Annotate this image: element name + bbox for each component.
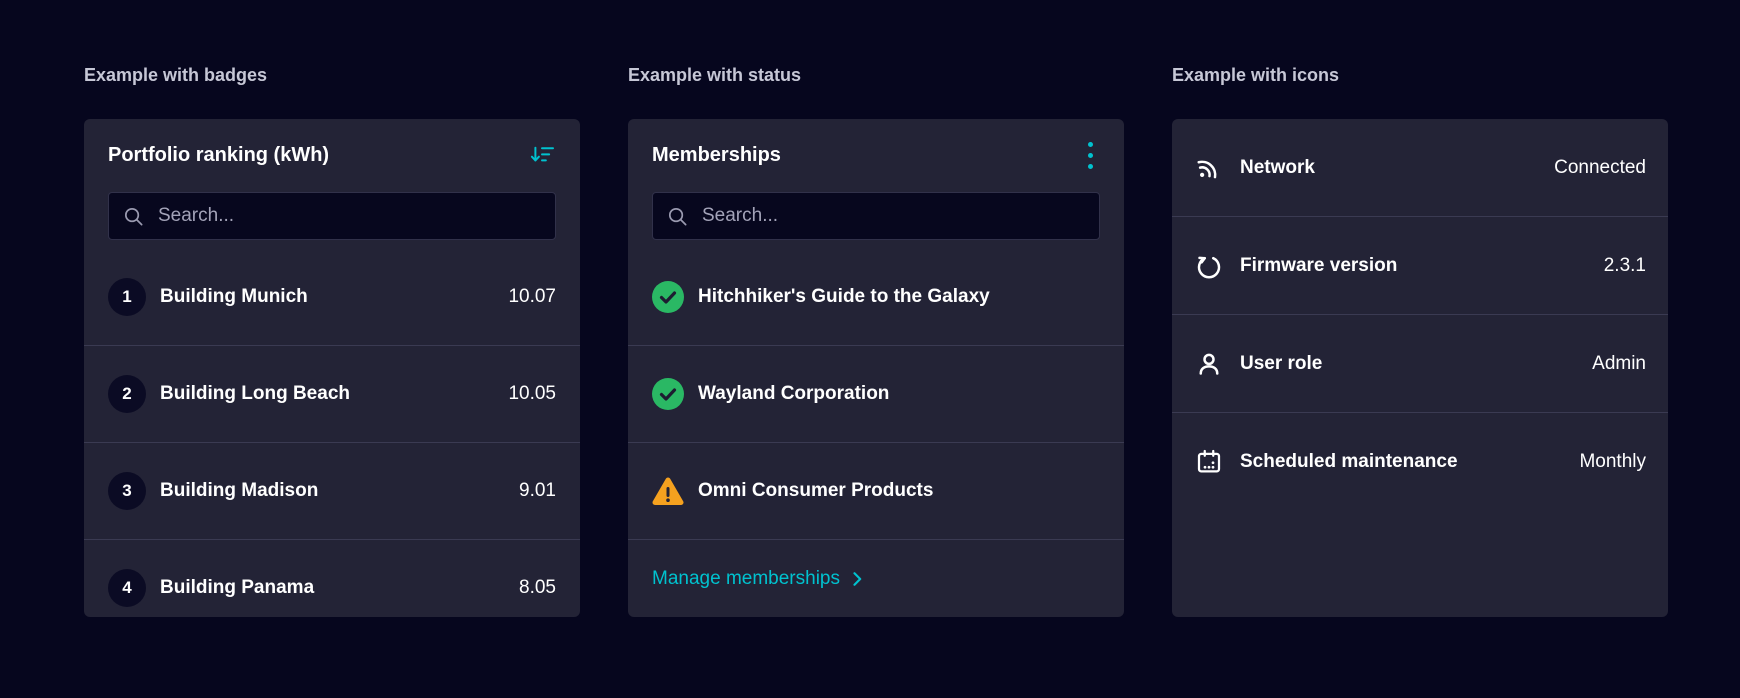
section-status: Example with status Memberships Search..… [628,0,1124,617]
info-row: Firmware version 2.3.1 [1172,216,1668,314]
card-header: Portfolio ranking (kWh) [84,119,580,192]
search-icon [666,205,689,228]
manage-memberships-link[interactable]: Manage memberships [652,568,862,590]
membership-row: Wayland Corporation [628,345,1124,442]
kebab-menu-icon[interactable] [1080,141,1100,171]
info-label: Scheduled maintenance [1240,450,1458,472]
rank-badge: 2 [108,375,146,413]
user-icon [1194,349,1224,379]
ranking-row: 4 Building Panama 8.05 [84,539,580,617]
rank-badge: 3 [108,472,146,510]
rank-badge: 4 [108,569,146,607]
building-name: Building Madison [160,480,319,501]
info-value: Monthly [1579,450,1646,472]
section-label-status: Example with status [628,65,802,85]
membership-name: Hitchhiker's Guide to the Galaxy [698,286,990,307]
chevron-right-icon [853,571,862,586]
kwh-value: 10.07 [508,286,556,307]
info-label: Firmware version [1240,254,1398,276]
info-value: Admin [1592,352,1646,374]
page: Example with badges Portfolio ranking (k… [0,0,1740,617]
manage-memberships-label: Manage memberships [652,567,840,589]
ranking-row: 3 Building Madison 9.01 [84,442,580,539]
sort-descending-icon[interactable] [528,145,556,167]
portfolio-ranking-card: Portfolio ranking (kWh) Search... 1 Buil… [84,119,580,617]
status-warning-icon [652,475,684,507]
ranking-row: 2 Building Long Beach 10.05 [84,345,580,442]
building-name: Building Long Beach [160,383,350,404]
status-success-icon [652,378,684,410]
info-row: Network Connected [1172,119,1668,216]
info-label: User role [1240,352,1323,374]
info-label: Network [1240,156,1315,178]
manage-memberships-row: Manage memberships [628,539,1124,617]
info-row: Scheduled maintenance Monthly [1172,412,1668,510]
membership-row: Omni Consumer Products [628,442,1124,539]
search-field[interactable] [652,192,1100,240]
calendar-icon [1194,447,1224,477]
building-name: Building Munich [160,286,308,307]
search-icon [122,205,145,228]
kwh-value: 10.05 [508,383,556,404]
memberships-list: Hitchhiker's Guide to the Galaxy Wayland… [628,249,1124,617]
section-icons: Example with icons Network Connected Fir… [1172,0,1668,617]
info-row: User role Admin [1172,314,1668,412]
section-badges: Example with badges Portfolio ranking (k… [84,0,580,617]
search-field[interactable] [108,192,556,240]
card-title: Memberships [652,144,781,166]
status-success-icon [652,281,684,313]
card-title: Portfolio ranking (kWh) [108,144,330,166]
building-name: Building Panama [160,577,315,598]
firmware-refresh-icon [1194,251,1224,281]
kwh-value: 9.01 [519,480,556,501]
card-header: Memberships [628,119,1124,192]
section-label-badges: Example with badges [84,65,268,85]
membership-name: Omni Consumer Products [698,480,934,501]
device-info-card: Network Connected Firmware version 2.3.1 [1172,119,1668,617]
membership-row: Hitchhiker's Guide to the Galaxy [628,249,1124,345]
section-label-icons: Example with icons [1172,65,1340,85]
memberships-card: Memberships Search... Hitchhiker's Guide… [628,119,1124,617]
membership-name: Wayland Corporation [698,383,890,404]
search-input[interactable] [156,204,542,228]
search-input[interactable] [700,204,1086,228]
network-icon [1194,153,1224,183]
rank-badge: 1 [108,278,146,316]
kwh-value: 8.05 [519,577,556,598]
info-value: Connected [1554,156,1646,178]
ranking-list: 1 Building Munich 10.07 2 Building Long … [84,249,580,617]
info-value: 2.3.1 [1603,254,1646,276]
ranking-row: 1 Building Munich 10.07 [84,249,580,345]
